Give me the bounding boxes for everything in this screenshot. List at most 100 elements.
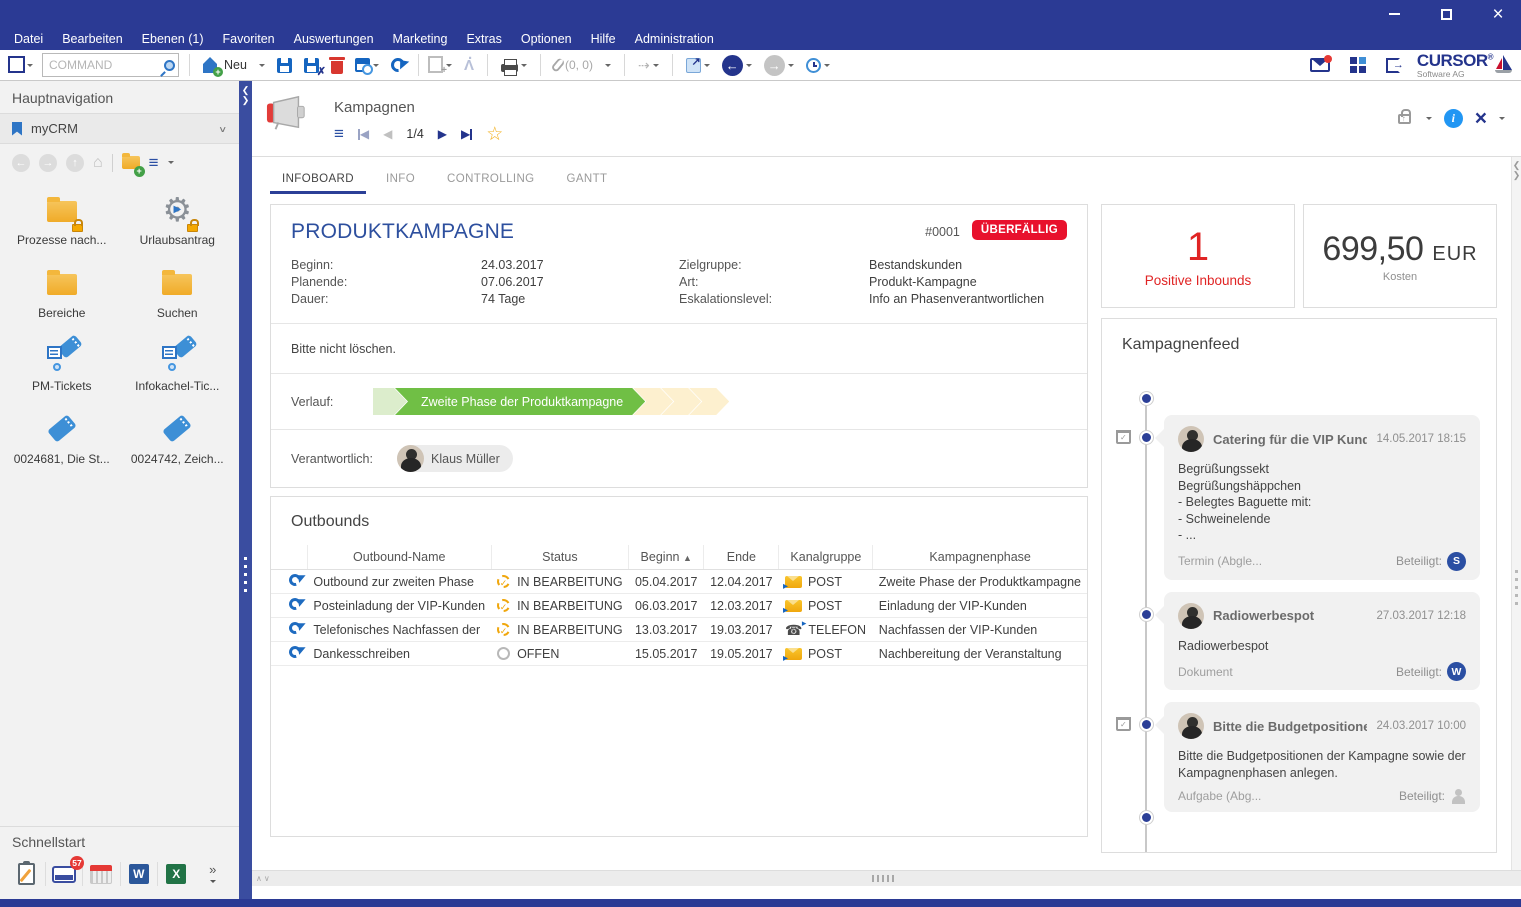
logout-button[interactable]: [1383, 56, 1403, 75]
column-header-kanalgruppe[interactable]: Kanalgruppe: [779, 545, 873, 570]
menu-hilfe[interactable]: Hilfe: [591, 32, 616, 46]
chevron-down-icon[interactable]: [168, 161, 174, 164]
table-search-button[interactable]: [352, 56, 382, 74]
menu-extras[interactable]: Extras: [466, 32, 501, 46]
menu-datei[interactable]: Datei: [14, 32, 43, 46]
tiles-button[interactable]: [1347, 55, 1369, 75]
menu-administration[interactable]: Administration: [635, 32, 714, 46]
feed-card-item[interactable]: Radiowerbespot 27.03.2017 12:18 Radiower…: [1164, 592, 1480, 691]
splitter-drag-handle[interactable]: [1515, 570, 1518, 610]
discard-button[interactable]: ✗: [301, 56, 322, 75]
menu-marketing[interactable]: Marketing: [393, 32, 448, 46]
attachments-button[interactable]: (0, 0): [551, 56, 596, 74]
quickstart-inbox-button[interactable]: 57: [46, 859, 83, 889]
table-row[interactable]: Telefonisches Nachfassen der ✓IN BEARBEI…: [271, 618, 1087, 642]
favorite-star-icon[interactable]: ☆: [486, 125, 503, 144]
nav-up-button[interactable]: ↑: [66, 154, 84, 172]
menu-optionen[interactable]: Optionen: [521, 32, 572, 46]
sidebar-item-pm-tickets[interactable]: PM-Tickets: [4, 336, 120, 393]
quickstart-excel-button[interactable]: X: [158, 859, 195, 889]
open-new-window-button[interactable]: [683, 56, 713, 75]
tab-controlling[interactable]: CONTROLLING: [435, 167, 546, 194]
phase-chevron-current[interactable]: Zweite Phase der Produktkampagne: [395, 388, 645, 415]
feed-card-item[interactable]: Bitte die Budgetpositionen an... 24.03.2…: [1164, 702, 1480, 812]
last-record-button[interactable]: ▶: [461, 127, 472, 141]
nav-forward-button[interactable]: →: [39, 154, 57, 172]
lock-record-button[interactable]: [1395, 112, 1414, 126]
expand-right-icon[interactable]: ❯: [1513, 170, 1521, 180]
save-button[interactable]: [274, 56, 295, 75]
collapse-left-icon[interactable]: ❮: [1513, 160, 1521, 170]
column-header-ende[interactable]: Ende: [704, 545, 779, 570]
close-window-button[interactable]: ×: [1485, 5, 1511, 23]
history-back-button[interactable]: ←: [719, 53, 755, 78]
expand-right-icon[interactable]: ❯: [242, 95, 250, 105]
participant-badge[interactable]: W: [1447, 662, 1466, 681]
workspace-select[interactable]: myCRM ∨: [0, 113, 239, 144]
new-record-dropdown[interactable]: [256, 62, 268, 69]
collapse-arrows-icon[interactable]: ∧∨: [252, 874, 272, 883]
delete-button[interactable]: [328, 55, 346, 76]
table-row[interactable]: Outbound zur zweiten Phase ✓IN BEARBEITU…: [271, 570, 1087, 594]
sidebar-item-suchen[interactable]: Suchen: [120, 263, 236, 320]
column-header-name[interactable]: Outbound-Name: [307, 545, 491, 570]
right-panel-splitter[interactable]: ❮ ❯: [1511, 157, 1521, 870]
quickstart-word-button[interactable]: W: [121, 859, 158, 889]
column-header-status[interactable]: Status: [491, 545, 629, 570]
bottom-splitter[interactable]: ∧∨: [252, 870, 1521, 886]
quickstart-more-button[interactable]: »: [195, 859, 232, 889]
print-button[interactable]: [498, 56, 530, 74]
collapse-left-icon[interactable]: ❮: [242, 85, 250, 95]
tab-infoboard[interactable]: INFOBOARD: [270, 167, 366, 194]
compass-button[interactable]: Λ: [461, 55, 477, 76]
sidebar-item-urlaubsantrag[interactable]: ⚙ Urlaubsantrag: [120, 190, 236, 247]
history-forward-button[interactable]: →: [761, 53, 797, 78]
tab-gantt[interactable]: GANTT: [555, 167, 620, 194]
kpi-kosten[interactable]: 699,50 EUR Kosten: [1303, 204, 1497, 308]
kpi-positive-inbounds[interactable]: 1 Positive Inbounds: [1101, 204, 1295, 308]
menu-bearbeiten[interactable]: Bearbeiten: [62, 32, 122, 46]
command-input[interactable]: [43, 54, 161, 76]
feed-card-item[interactable]: Catering für die VIP Kunden 14.05.2017 1…: [1164, 415, 1480, 580]
tab-info[interactable]: INFO: [374, 167, 427, 194]
command-search-button[interactable]: [161, 58, 178, 73]
notifications-button[interactable]: [1307, 56, 1333, 74]
participant-badge[interactable]: S: [1447, 552, 1466, 571]
sidebar-splitter[interactable]: ❮ ❯: [239, 81, 252, 899]
info-icon[interactable]: i: [1444, 109, 1463, 128]
table-row[interactable]: Dankesschreiben OFFEN 15.05.2017 19.05.2…: [271, 642, 1087, 666]
home-icon[interactable]: ⌂: [93, 155, 103, 171]
quickstart-calendar-button[interactable]: [83, 859, 120, 889]
refresh-button[interactable]: [388, 56, 408, 74]
nav-back-button[interactable]: ←: [12, 154, 30, 172]
minimize-button[interactable]: [1381, 5, 1407, 23]
maximize-button[interactable]: [1433, 5, 1459, 23]
record-menu-button[interactable]: ≡: [334, 124, 344, 144]
menu-favoriten[interactable]: Favoriten: [223, 32, 275, 46]
copy-button[interactable]: [429, 57, 455, 74]
quickstart-notes-button[interactable]: [8, 859, 45, 889]
previous-record-button[interactable]: ◀: [383, 127, 392, 141]
menu-auswertungen[interactable]: Auswertungen: [294, 32, 374, 46]
sidebar-item-bereiche[interactable]: Bereiche: [4, 263, 120, 320]
owner-chip[interactable]: Klaus Müller: [397, 445, 513, 472]
table-row[interactable]: Posteinladung der VIP-Kunden ✓IN BEARBEI…: [271, 594, 1087, 618]
export-button[interactable]: ⇢: [635, 55, 662, 76]
sidebar-item-infokachel[interactable]: Infokachel-Tic...: [120, 336, 236, 393]
sidebar-menu-button[interactable]: ≡: [149, 154, 159, 171]
splitter-drag-handle[interactable]: [872, 875, 894, 882]
attachments-dropdown[interactable]: [602, 62, 614, 69]
next-record-button[interactable]: ▶: [438, 127, 447, 141]
add-folder-button[interactable]: +: [122, 153, 140, 172]
column-header-kampagnenphase[interactable]: Kampagnenphase: [873, 545, 1087, 570]
column-header-beginn[interactable]: Beginn ▲: [629, 545, 704, 570]
pages-button[interactable]: [8, 57, 36, 74]
sidebar-item-prozesse[interactable]: Prozesse nach...: [4, 190, 120, 247]
chevron-down-icon[interactable]: [1426, 117, 1432, 120]
new-record-button[interactable]: Neu: [200, 55, 250, 75]
menu-ebenen[interactable]: Ebenen (1): [142, 32, 204, 46]
splitter-drag-handle[interactable]: [244, 557, 247, 595]
close-view-button[interactable]: ×: [1475, 108, 1487, 129]
history-button[interactable]: [803, 56, 833, 75]
chevron-down-icon[interactable]: [1499, 117, 1505, 120]
